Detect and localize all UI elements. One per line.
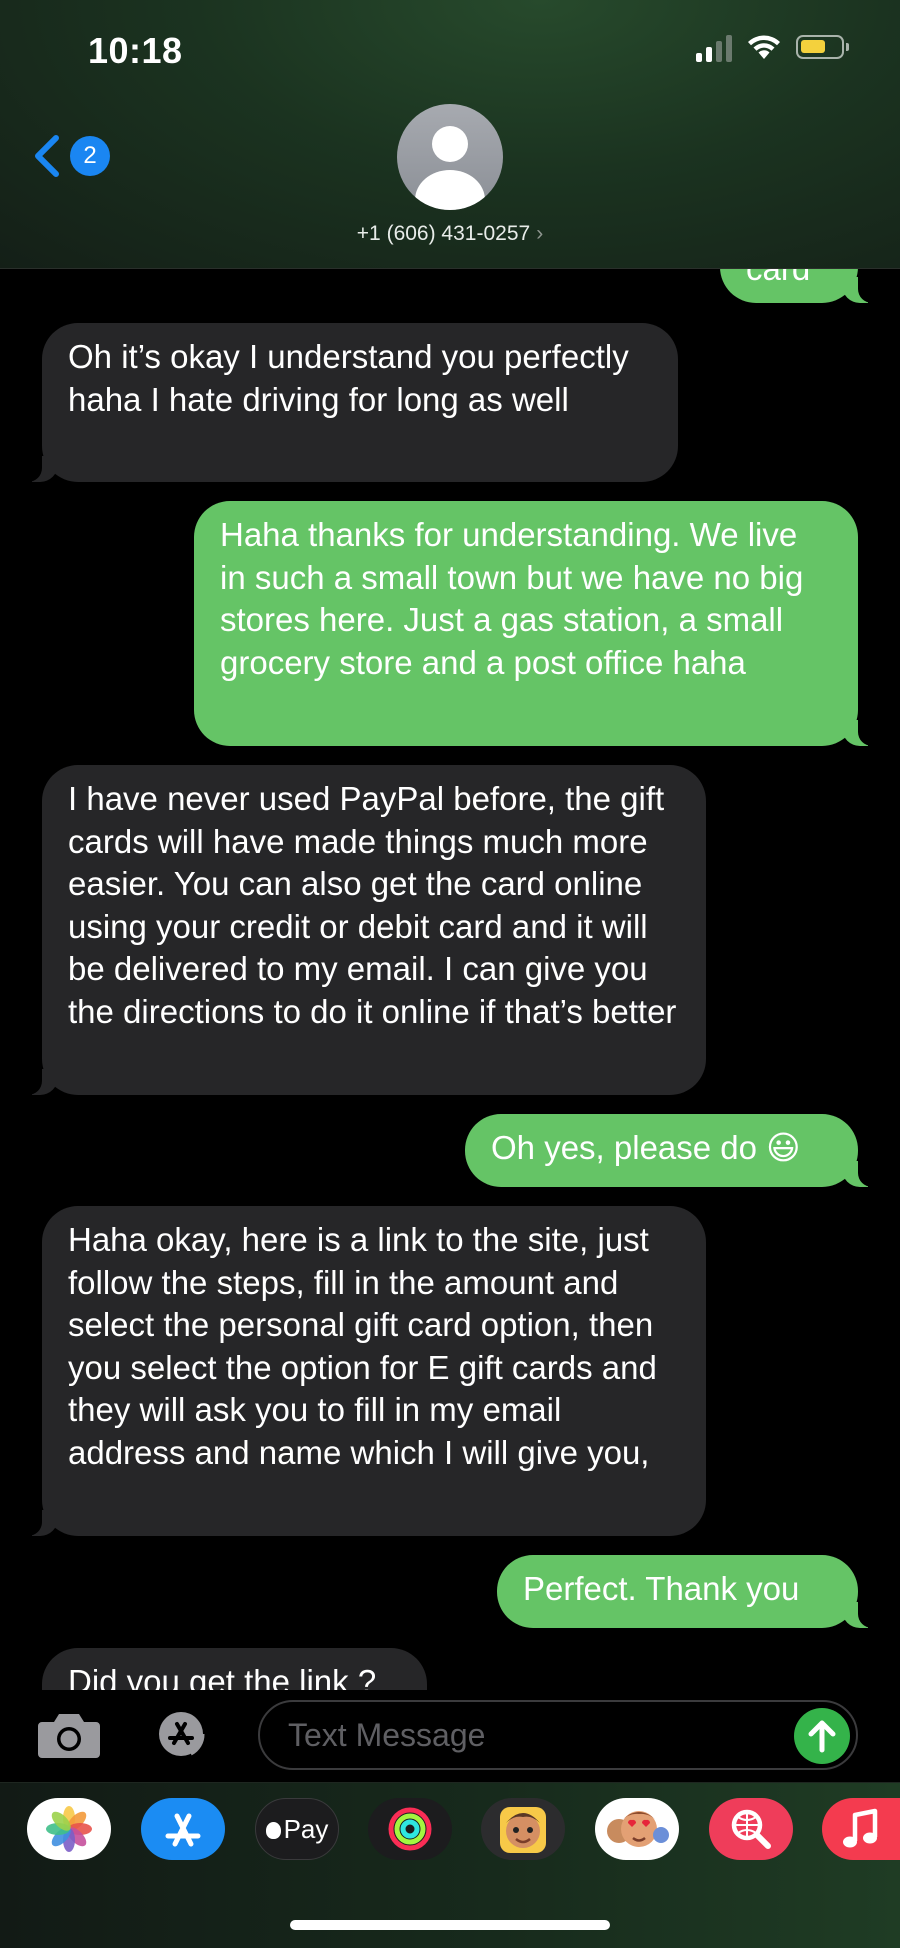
contact-phone-number: +1 (606) 431-0257: [356, 222, 531, 245]
image-search-icon[interactable]: [709, 1798, 793, 1860]
chevron-left-icon: [35, 135, 59, 177]
message-input[interactable]: Text Message: [258, 1700, 858, 1770]
home-indicator[interactable]: [290, 1920, 610, 1930]
message-text: Perfect. Thank you: [523, 1570, 800, 1607]
photos-icon[interactable]: [27, 1798, 111, 1860]
message-text: Haha thanks for understanding. We live i…: [220, 516, 804, 681]
battery-icon: [796, 35, 849, 59]
message-incoming[interactable]: I have never used PayPal before, the gif…: [18, 765, 706, 1095]
memoji-icon[interactable]: [481, 1798, 565, 1860]
message-text: I have never used PayPal before, the gif…: [68, 780, 677, 1030]
message-input-placeholder: Text Message: [288, 1717, 486, 1753]
message-outgoing[interactable]: Perfect. Thank you: [497, 1555, 882, 1628]
app-store-icon[interactable]: [141, 1798, 225, 1860]
status-time: 10:18: [88, 30, 183, 71]
cellular-signal-icon: [696, 32, 732, 62]
message-text: Oh it’s okay I understand you perfectly …: [68, 338, 629, 418]
message-text: Oh yes, please do 😃: [491, 1129, 801, 1166]
message-incoming[interactable]: Haha okay, here is a link to the site, j…: [18, 1206, 706, 1536]
apple-pay-label: Pay: [283, 1813, 329, 1844]
apple-logo-icon: [265, 1821, 281, 1839]
message-incoming[interactable]: Oh it’s okay I understand you perfectly …: [18, 323, 678, 482]
back-button[interactable]: 2: [30, 134, 110, 178]
message-outgoing[interactable]: Oh yes, please do 😃: [465, 1114, 882, 1187]
message-incoming[interactable]: Did you get the link ?: [42, 1648, 427, 1690]
wifi-icon: [748, 35, 780, 59]
conversation-header: 10:18 2 +1 (606) 431-0257 ›: [0, 0, 900, 269]
status-indicators: [696, 32, 849, 62]
send-button[interactable]: [794, 1708, 850, 1764]
app-drawer: Pay: [0, 1782, 900, 1948]
apple-pay-button[interactable]: Pay: [255, 1798, 339, 1860]
unread-count-badge: 2: [70, 136, 110, 176]
arrow-up-icon: [808, 1720, 836, 1753]
camera-icon[interactable]: [36, 1710, 102, 1760]
chevron-right-icon: ›: [536, 222, 544, 245]
compose-bar: Text Message: [0, 1690, 900, 1782]
activity-icon[interactable]: [368, 1798, 452, 1860]
message-text: Did you get the link ?: [68, 1663, 377, 1690]
stickers-icon[interactable]: [595, 1798, 679, 1860]
contact-avatar[interactable]: [397, 104, 503, 210]
contact-name-button[interactable]: +1 (606) 431-0257 ›: [0, 222, 900, 246]
message-outgoing[interactable]: Haha thanks for understanding. We live i…: [194, 501, 882, 746]
message-text: Haha okay, here is a link to the site, j…: [68, 1221, 657, 1471]
app-store-icon[interactable]: [148, 1710, 220, 1758]
music-icon[interactable]: [822, 1798, 900, 1860]
